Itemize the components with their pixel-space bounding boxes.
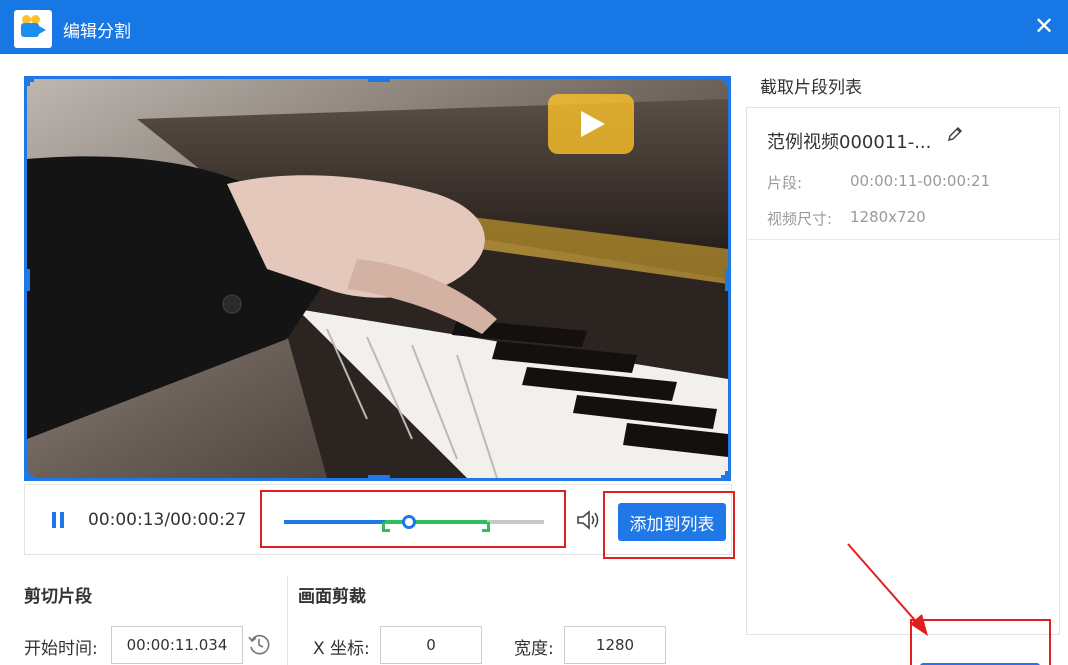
title-bar: 编辑分割 ✕ [0,0,1068,54]
selection-start-handle[interactable] [382,522,391,532]
start-time-label: 开始时间: [24,639,98,659]
width-label: 宽度: [514,639,554,659]
x-coordinate-label: X 坐标: [313,639,370,659]
window-title: 编辑分割 [63,22,131,42]
video-camera-icon [14,10,52,48]
add-button-highlight-box: 添加到列表 [603,491,735,559]
reset-time-icon[interactable] [247,632,271,656]
crop-edge-handle[interactable] [368,475,390,478]
cut-section-title: 剪切片段 [24,587,92,607]
close-icon[interactable]: ✕ [1030,12,1058,40]
crop-edge-handle[interactable] [725,269,728,291]
pencil-icon[interactable] [945,124,965,144]
player-controls: 00:00:13/00:00:27 添加到列表 [24,484,735,559]
timecode: 00:00:13/00:00:27 [88,510,247,530]
video-preview[interactable] [24,76,731,481]
play-icon [548,94,634,154]
pause-icon[interactable] [50,512,66,530]
video-size-value: 1280x720 [850,208,926,226]
crop-corner-handle[interactable] [27,471,34,478]
segment-value: 00:00:11-00:00:21 [850,172,991,190]
playhead-handle[interactable] [401,515,416,529]
x-coordinate-input[interactable]: 0 [380,626,482,664]
clip-name: 范例视频000011-... [767,132,932,153]
crop-section-title: 画面剪裁 [298,587,366,607]
segment-label: 片段: [767,174,803,192]
crop-corner-handle[interactable] [27,79,34,86]
crop-edge-handle[interactable] [368,79,390,82]
selection-end-handle[interactable] [481,522,490,532]
video-size-label: 视频尺寸: [767,210,833,228]
timeline-selection [385,520,487,524]
bottom-button-highlight-box [910,619,1051,665]
crop-corner-handle[interactable] [721,471,728,478]
add-to-list-button[interactable]: 添加到列表 [618,503,726,541]
volume-icon[interactable] [575,508,601,532]
timeline-highlight-box [260,490,566,548]
clip-list-title: 截取片段列表 [760,78,862,98]
section-divider [287,576,288,665]
start-time-input[interactable]: 00:00:11.034 [111,626,243,664]
list-item[interactable]: 范例视频000011-... 片段: 00:00:11-00:00:21 视频尺… [747,108,1059,240]
crop-edge-handle[interactable] [27,269,30,291]
width-input[interactable]: 1280 [564,626,666,664]
crop-corner-handle[interactable] [721,79,728,86]
